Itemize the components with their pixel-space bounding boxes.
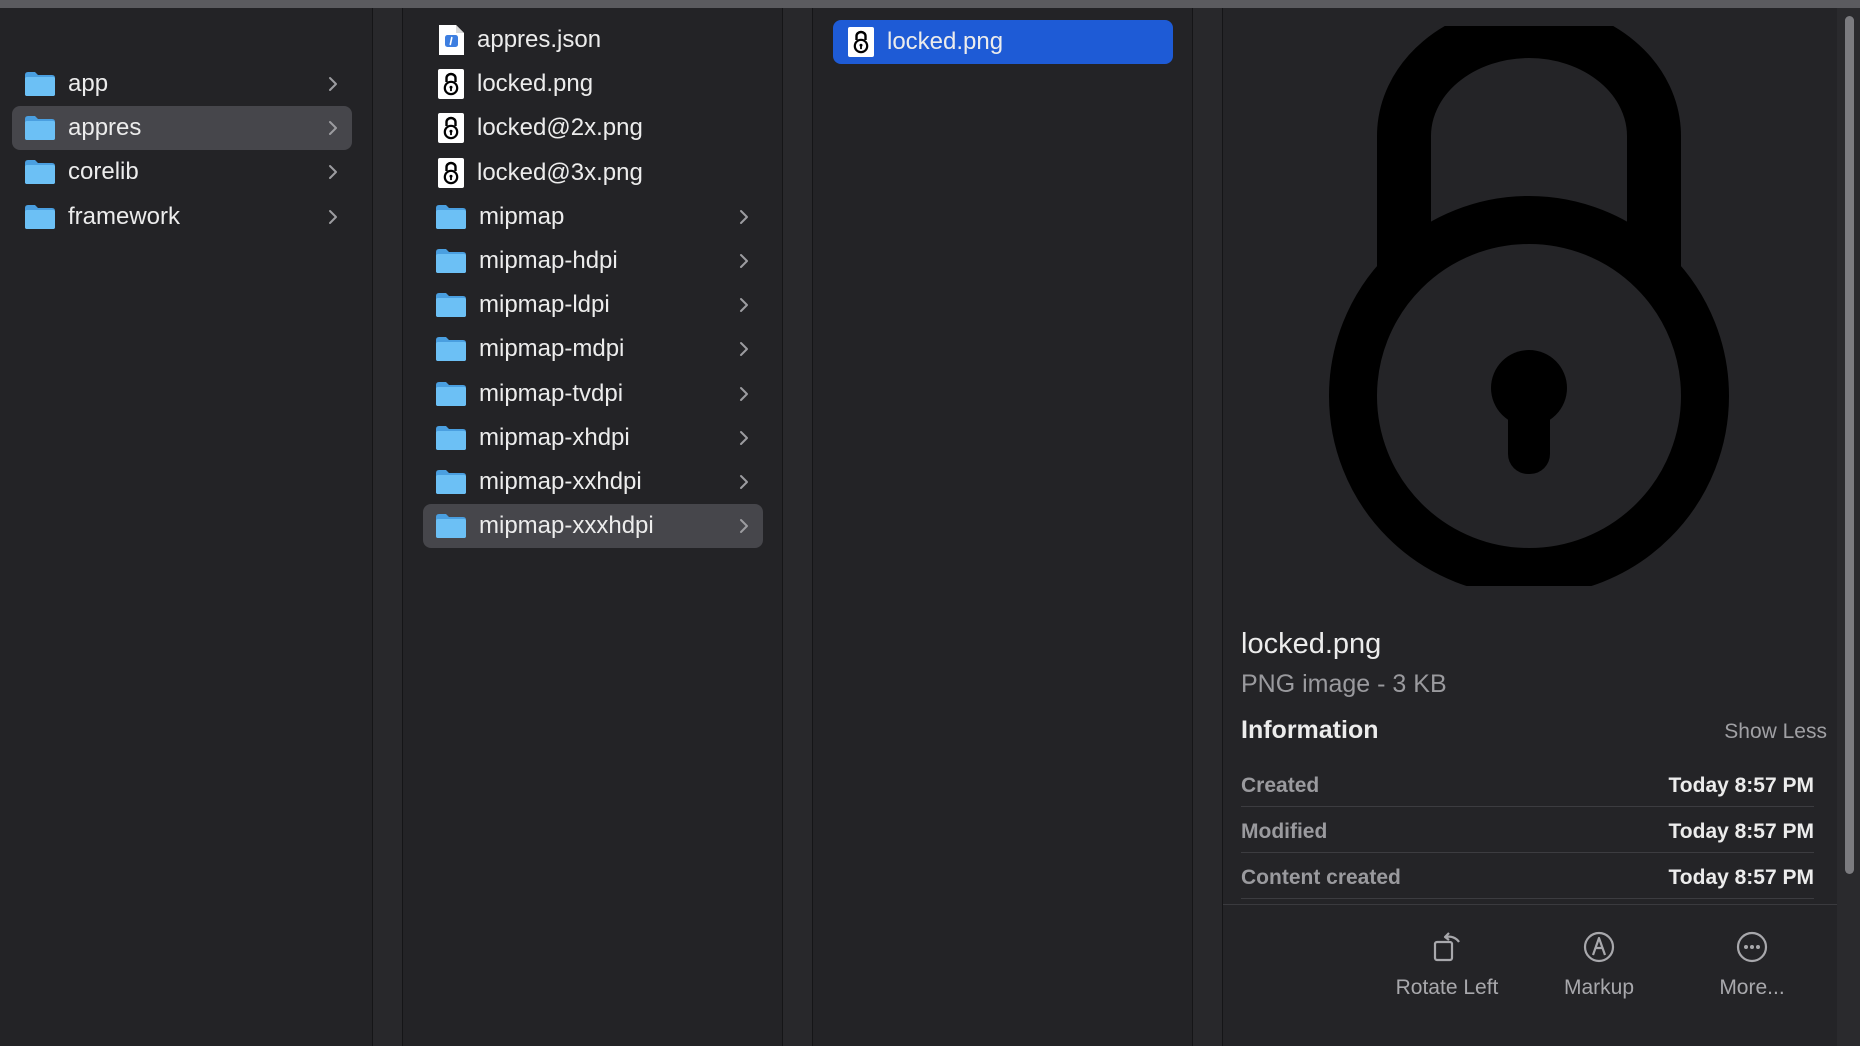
folder-icon: [436, 381, 466, 406]
item-label: appres: [68, 114, 142, 142]
chevron-right-icon: [329, 121, 337, 136]
rotate-left-icon: [1433, 932, 1460, 962]
folder-icon: [25, 116, 55, 141]
folder-icon: [436, 204, 466, 229]
column-1-resize-gutter[interactable]: [373, 8, 403, 1046]
column-3-resize-gutter[interactable]: [1193, 8, 1223, 1046]
item-label: locked@3x.png: [477, 158, 643, 186]
markup-label: Markup: [1563, 976, 1635, 999]
col2-item-mipmap-xxhdpi[interactable]: mipmap-xxhdpi: [423, 460, 763, 504]
image-file-icon: [438, 157, 464, 188]
folder-icon: [436, 337, 466, 362]
information-heading: Information: [1241, 716, 1379, 744]
item-label: mipmap-mdpi: [479, 335, 625, 363]
chevron-right-icon: [329, 77, 337, 91]
chevron-right-icon: [329, 209, 337, 224]
column-2-resize-gutter[interactable]: [783, 8, 813, 1046]
item-label: mipmap-hdpi: [479, 247, 618, 274]
info-value: Today 8:57 PM: [1668, 774, 1814, 797]
chevron-right-icon: [740, 386, 748, 401]
chevron-right-icon: [740, 342, 748, 357]
col3-item-locked-png[interactable]: locked.png: [833, 20, 1173, 64]
image-file-icon: [848, 27, 874, 57]
folder-icon: [25, 204, 55, 229]
rotate-left-button[interactable]: Rotate Left: [1372, 930, 1522, 1000]
col2-item-appres-json[interactable]: appres.json: [423, 18, 763, 62]
folder-icon: [436, 293, 466, 318]
col2-item-mipmap-xxxhdpi[interactable]: mipmap-xxxhdpi: [423, 504, 763, 549]
item-label: mipmap-tvdpi: [479, 379, 624, 407]
col2-item-locked-3x-png[interactable]: locked@3x.png: [423, 151, 763, 195]
col1-item-appres[interactable]: appres: [12, 106, 352, 151]
show-less-button[interactable]: Show Less: [1724, 720, 1827, 744]
item-label: locked.png: [887, 28, 1004, 55]
item-label: mipmap-xxhdpi: [479, 468, 642, 495]
more-icon: [1736, 931, 1768, 963]
item-label: mipmap-xxxhdpi: [479, 512, 654, 540]
info-row: Created Today 8:57 PM: [1241, 762, 1814, 807]
image-file-icon: [438, 69, 464, 100]
col1-item-corelib[interactable]: corelib: [12, 150, 352, 194]
chevron-right-icon: [740, 475, 748, 489]
col2-item-mipmap[interactable]: mipmap: [423, 195, 763, 239]
info-key: Content created: [1241, 866, 1401, 889]
folder-icon: [436, 425, 466, 450]
preview-pane: locked.png PNG image - 3 KB Information …: [1223, 8, 1837, 1046]
item-label: mipmap-ldpi: [479, 291, 610, 319]
chevron-right-icon: [740, 254, 748, 268]
item-label: corelib: [68, 158, 139, 186]
info-key: Modified: [1241, 820, 1328, 843]
item-label: mipmap-xhdpi: [479, 423, 630, 451]
folder-icon: [436, 514, 466, 539]
col2-item-mipmap-hdpi[interactable]: mipmap-hdpi: [423, 239, 763, 283]
preview-filename: locked.png: [1241, 628, 1382, 660]
padlock-icon: [1329, 26, 1729, 586]
chevron-right-icon: [740, 430, 748, 445]
chevron-right-icon: [740, 519, 748, 534]
window-top-bar: [0, 0, 1860, 8]
item-label: appres.json: [477, 26, 602, 53]
col2-item-mipmap-tvdpi[interactable]: mipmap-tvdpi: [423, 372, 763, 416]
col2-item-mipmap-xhdpi[interactable]: mipmap-xhdpi: [423, 416, 763, 460]
actions-divider: [1223, 904, 1837, 905]
folder-icon: [436, 249, 466, 273]
folder-icon: [25, 160, 55, 185]
info-value: Today 8:57 PM: [1668, 820, 1814, 843]
col1-item-app[interactable]: app: [12, 62, 352, 106]
more-label: More...: [1719, 976, 1785, 999]
markup-button[interactable]: Markup: [1524, 930, 1674, 1000]
preview-scrollbar-thumb[interactable]: [1845, 16, 1854, 874]
item-label: app: [68, 70, 109, 97]
info-key: Created: [1241, 774, 1320, 797]
rotate-left-label: Rotate Left: [1395, 976, 1499, 999]
col2-item-mipmap-mdpi[interactable]: mipmap-mdpi: [423, 327, 763, 371]
info-row: Modified Today 8:57 PM: [1241, 808, 1814, 853]
chevron-right-icon: [740, 298, 748, 313]
info-value: Today 8:57 PM: [1668, 866, 1814, 889]
item-label: framework: [68, 202, 181, 230]
item-label: locked@2x.png: [477, 114, 643, 142]
chevron-right-icon: [740, 209, 748, 224]
col2-item-locked-png[interactable]: locked.png: [423, 62, 763, 106]
folder-icon: [436, 470, 466, 494]
col2-item-locked-2x-png[interactable]: locked@2x.png: [423, 106, 763, 150]
folder-icon: [25, 72, 55, 96]
more-button[interactable]: More...: [1677, 930, 1827, 1000]
json-file-icon: [439, 25, 464, 55]
preview-kind-size: PNG image - 3 KB: [1241, 670, 1447, 698]
image-file-icon: [438, 113, 464, 144]
item-label: locked.png: [477, 70, 594, 98]
chevron-right-icon: [329, 165, 337, 180]
column-3: [813, 8, 1193, 1046]
info-row: Content created Today 8:57 PM: [1241, 854, 1814, 899]
markup-icon: [1583, 931, 1615, 963]
col1-item-framework[interactable]: framework: [12, 195, 352, 239]
item-label: mipmap: [479, 202, 565, 230]
col2-item-mipmap-ldpi[interactable]: mipmap-ldpi: [423, 283, 763, 327]
